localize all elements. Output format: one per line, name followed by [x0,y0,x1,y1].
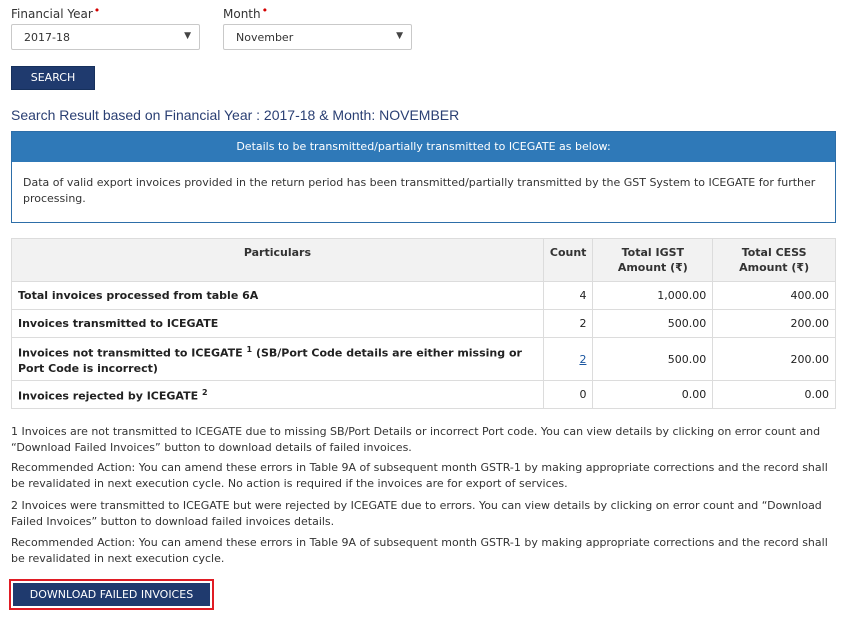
search-button-label: SEARCH [30,71,76,84]
row-igst: 0.00 [592,380,714,409]
footnote-2: 2 Invoices were transmitted to ICEGATE b… [11,499,822,528]
row-cess: 200.00 [712,337,836,381]
column-header-count: Count [542,238,594,282]
recommended-action-2: Recommended Action: You can amend these … [11,536,828,565]
required-marker: • [261,4,269,17]
footnote-1: 1 Invoices are not transmitted to ICEGAT… [11,425,821,454]
row-count: 4 [542,281,594,310]
row-particulars: Invoices not transmitted to ICEGATE [18,346,243,360]
financial-year-label-text: Financial Year [11,7,93,21]
month-label: Month• [223,4,269,21]
table-row: Invoices rejected by ICEGATE 2 0 0.00 0.… [11,380,836,409]
info-panel-body: Data of valid export invoices provided i… [23,176,816,205]
chevron-down-icon: ▼ [184,31,191,41]
financial-year-label: Financial Year• [11,4,101,21]
month-value: November [236,31,294,44]
info-panel-header: Details to be transmitted/partially tran… [12,132,835,162]
financial-year-select[interactable]: 2017-18 ▼ [11,24,200,50]
row-particulars: Invoices transmitted to ICEGATE [11,309,544,338]
chevron-down-icon: ▼ [396,31,403,41]
row-cess: 200.00 [712,309,836,338]
row-count: 0 [542,380,594,409]
summary-table: Particulars Count Total IGST Amount (₹) … [11,238,836,409]
row-particulars-cell: Invoices not transmitted to ICEGATE 1 (S… [11,337,544,381]
row-igst: 500.00 [592,337,714,381]
download-button-highlight: DOWNLOAD FAILED INVOICES [9,579,214,610]
info-panel: Details to be transmitted/partially tran… [11,131,836,223]
month-label-text: Month [223,7,261,21]
row-igst: 1,000.00 [592,281,714,310]
row-igst: 500.00 [592,309,714,338]
row-cess: 0.00 [712,380,836,409]
column-header-igst: Total IGST Amount (₹) [592,238,714,282]
month-select[interactable]: November ▼ [223,24,412,50]
row-particulars-cell: Invoices rejected by ICEGATE 2 [11,380,544,409]
row-count: 2 [542,309,594,338]
error-count-link[interactable]: 2 [579,353,586,366]
table-header-row: Particulars Count Total IGST Amount (₹) … [11,238,836,282]
footnote-marker: 2 [201,388,208,398]
row-particulars: Invoices rejected by ICEGATE [18,389,199,403]
search-result-title: Search Result based on Financial Year : … [11,107,460,123]
table-row: Total invoices processed from table 6A 4… [11,281,836,310]
column-header-particulars: Particulars [11,238,544,282]
row-count-cell: 2 [542,337,594,381]
financial-year-value: 2017-18 [24,31,70,44]
column-header-cess: Total CESS Amount (₹) [712,238,836,282]
download-failed-invoices-button[interactable]: DOWNLOAD FAILED INVOICES [13,583,210,606]
table-row: Invoices not transmitted to ICEGATE 1 (S… [11,337,836,381]
recommended-action-1: Recommended Action: You can amend these … [11,461,828,490]
required-marker: • [93,4,101,17]
search-button[interactable]: SEARCH [11,66,95,90]
row-cess: 400.00 [712,281,836,310]
table-row: Invoices transmitted to ICEGATE 2 500.00… [11,309,836,338]
row-particulars: Total invoices processed from table 6A [11,281,544,310]
